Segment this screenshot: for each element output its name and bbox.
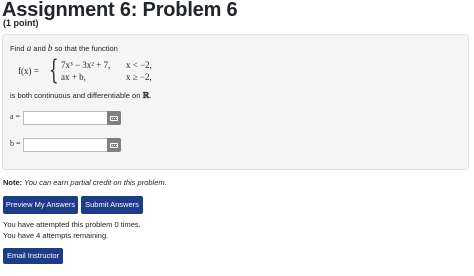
case-1-condition: x < −2,	[126, 60, 152, 70]
problem-page: Assignment 6: Problem 6 (1 point) Find a…	[0, 0, 474, 276]
answer-a-input[interactable]	[23, 111, 107, 125]
answer-a-preview-button[interactable]	[107, 111, 121, 125]
email-instructor-button[interactable]: Email Instructor	[3, 248, 63, 264]
answer-b-label: b =	[10, 139, 21, 148]
problem-statement: Find a and b so that the function	[10, 43, 118, 53]
partial-credit-note: Note: You can earn partial credit on thi…	[3, 178, 167, 187]
statement-and: and	[31, 44, 48, 53]
points-label: (1 point)	[3, 18, 39, 28]
left-brace: {	[49, 55, 59, 86]
statement-suffix: so that the function	[52, 44, 118, 53]
note-label: Note:	[3, 178, 23, 187]
continuity-text: is both continuous and differentiable on	[10, 91, 143, 100]
case-2-condition: x ≥ −2,	[126, 72, 152, 82]
case-1-expression: 7x³ − 3x² + 7,	[61, 60, 111, 70]
statement-prefix: Find	[10, 44, 27, 53]
keyboard-icon	[110, 115, 118, 121]
function-label: f(x) =	[18, 66, 39, 76]
continuity-end: .	[149, 91, 152, 100]
preview-answers-button[interactable]: Preview My Answers	[3, 196, 78, 214]
attempts-made-text: You have attempted this problem 0 times.	[3, 220, 141, 229]
submit-answers-button[interactable]: Submit Answers	[81, 196, 143, 214]
answer-a-label: a =	[10, 112, 21, 121]
continuity-statement: is both continuous and differentiable on…	[10, 90, 151, 100]
function-case-1: 7x³ − 3x² + 7, x < −2,	[61, 60, 152, 70]
answer-b-preview-button[interactable]	[107, 138, 121, 152]
keyboard-icon	[110, 142, 118, 148]
answer-b-input[interactable]	[23, 138, 107, 152]
function-case-2: ax + b, x ≥ −2,	[61, 72, 152, 82]
attempts-remaining-text: You have 4 attempts remaining.	[3, 231, 109, 240]
problem-panel: Find a and b so that the function f(x) =…	[2, 34, 469, 170]
note-text: You can earn partial credit on this prob…	[22, 178, 167, 187]
case-2-expression: ax + b,	[61, 72, 86, 82]
